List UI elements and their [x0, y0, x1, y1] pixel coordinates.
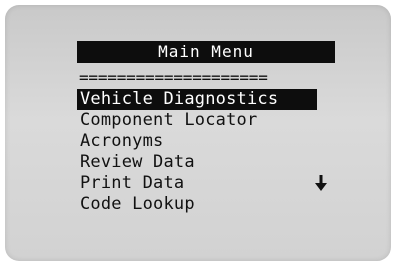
menu-item-review-data[interactable]: Review Data: [77, 152, 317, 173]
menu-item-code-lookup[interactable]: Code Lookup: [77, 194, 317, 215]
menu-item-vehicle-diagnostics[interactable]: Vehicle Diagnostics: [77, 89, 317, 110]
menu-item-acronyms[interactable]: Acronyms: [77, 131, 317, 152]
menu-item-component-locator[interactable]: Component Locator: [77, 110, 317, 131]
main-menu: Vehicle Diagnostics Component Locator Ac…: [77, 89, 317, 215]
arrow-down-icon: [315, 175, 327, 191]
menu-item-print-data[interactable]: Print Data: [77, 173, 317, 194]
lcd-screen: Main Menu ==================== Vehicle D…: [5, 5, 391, 261]
title-separator: ====================: [79, 68, 268, 87]
page-title: Main Menu: [77, 41, 335, 63]
